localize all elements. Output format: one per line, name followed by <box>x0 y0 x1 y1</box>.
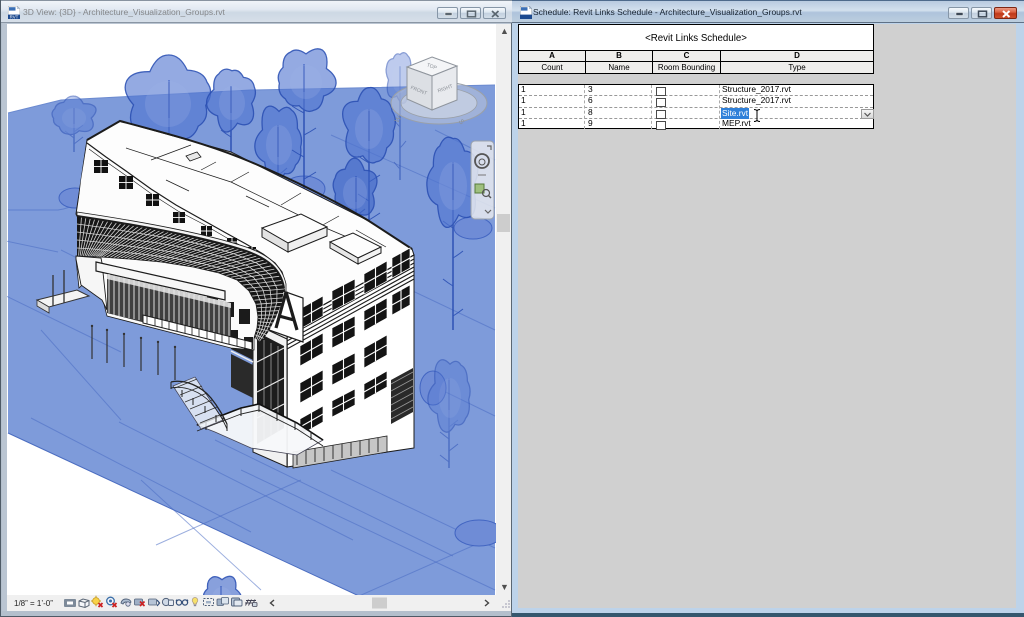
svg-text:1/8” = 1’-0”: 1/8” = 1’-0” <box>14 599 53 608</box>
svg-text:RVT: RVT <box>10 14 19 19</box>
